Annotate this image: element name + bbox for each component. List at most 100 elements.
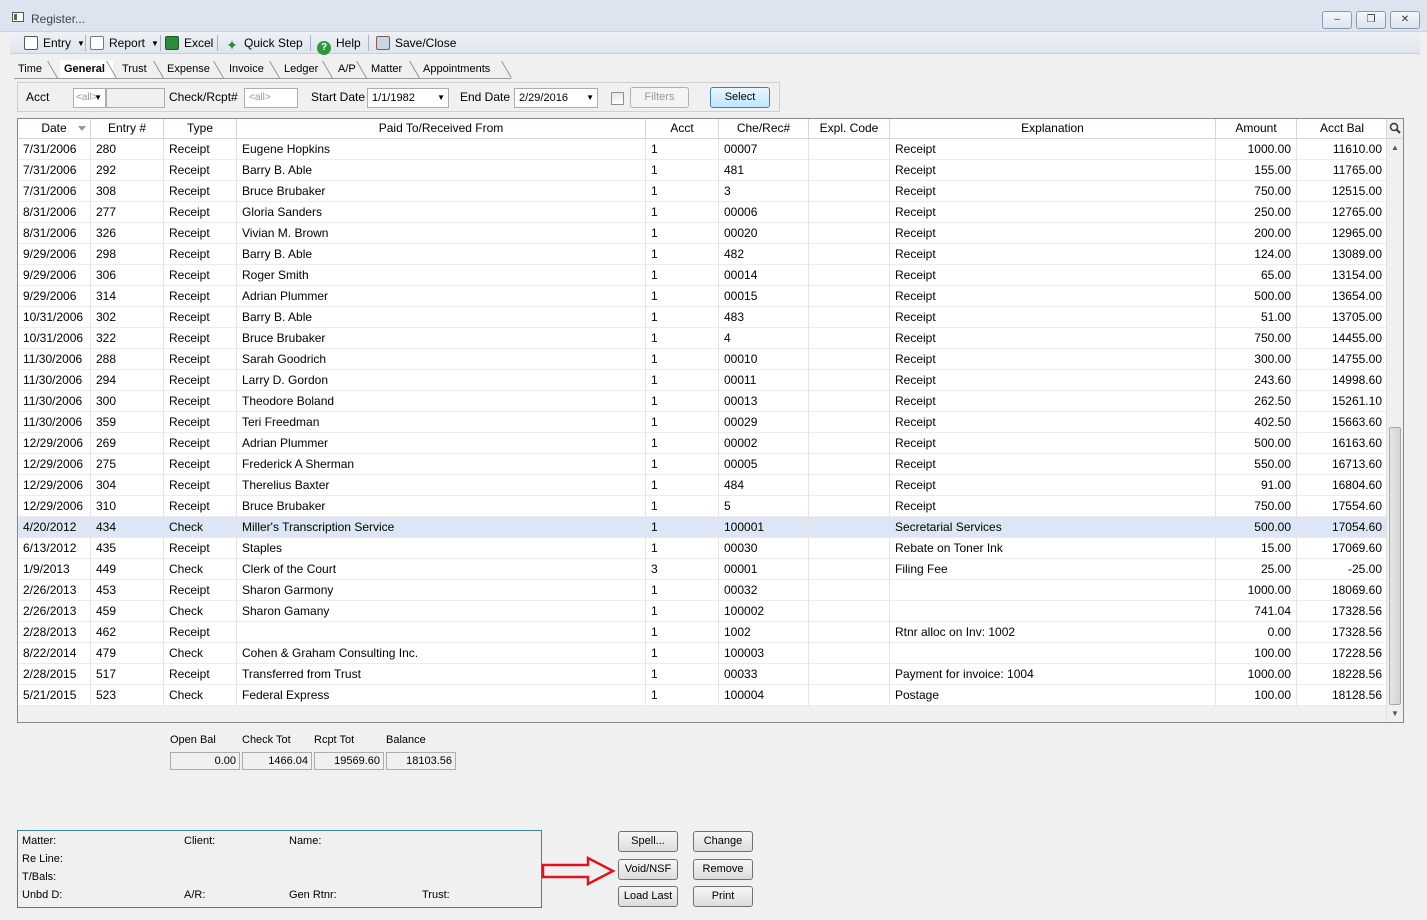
cell-type: Check: [164, 517, 237, 538]
check-rcpt-input[interactable]: <all>: [244, 88, 298, 108]
print-button[interactable]: Print: [693, 886, 753, 907]
table-row[interactable]: 7/31/2006 292 Receipt Barry B. Able 1 481 Rece…: [18, 160, 1388, 181]
tab-ap[interactable]: A/P: [334, 60, 364, 78]
spell-button[interactable]: Spell...: [618, 831, 678, 852]
tab-appointments[interactable]: Appointments: [419, 60, 507, 78]
scroll-up-icon[interactable]: ▲: [1391, 143, 1399, 152]
end-date-picker[interactable]: 2/29/2016 ▼: [514, 88, 598, 108]
table-row[interactable]: 9/29/2006 314 Receipt Adrian Plummer 1 00015 R…: [18, 286, 1388, 307]
minimize-button[interactable]: –: [1322, 11, 1352, 29]
cell-che-rec: 5: [719, 496, 809, 517]
table-row[interactable]: 7/31/2006 280 Receipt Eugene Hopkins 1 00007 R…: [18, 139, 1388, 160]
cell-acct: 1: [646, 223, 719, 244]
table-row[interactable]: 9/29/2006 306 Receipt Roger Smith 1 00014 Rece…: [18, 265, 1388, 286]
table-row[interactable]: 12/29/2006 304 Receipt Therelius Baxter 1 484…: [18, 475, 1388, 496]
quick-step-button[interactable]: ✦ Quick Step: [225, 35, 303, 52]
cell-expl-code: [809, 223, 890, 244]
table-row[interactable]: 11/30/2006 359 Receipt Teri Freedman 1 00029 R…: [18, 412, 1388, 433]
tab-expense[interactable]: Expense: [163, 60, 221, 78]
table-row[interactable]: 10/31/2006 322 Receipt Bruce Brubaker 1 4 Rece…: [18, 328, 1388, 349]
cell-expl-code: [809, 685, 890, 706]
table-row[interactable]: 5/21/2015 523 Check Federal Express 1 100004 P…: [18, 685, 1388, 706]
column-header-type[interactable]: Type: [164, 119, 237, 139]
t-bals-label: T/Bals:: [22, 871, 57, 883]
cell-type: Receipt: [164, 307, 237, 328]
table-row[interactable]: 11/30/2006 300 Receipt Theodore Boland 1 0001…: [18, 391, 1388, 412]
table-row[interactable]: 1/9/2013 449 Check Clerk of the Court 3 00001…: [18, 559, 1388, 580]
scroll-down-icon[interactable]: ▼: [1391, 709, 1399, 718]
help-button[interactable]: ? Help: [317, 35, 361, 55]
cell-amount: 500.00: [1216, 517, 1297, 538]
cell-paid-to: Sarah Goodrich: [237, 349, 646, 370]
cell-acct-bal: 15261.10: [1297, 391, 1388, 412]
column-header-expl-code[interactable]: Expl. Code: [809, 119, 890, 139]
select-button[interactable]: Select: [710, 87, 770, 108]
rcpt-tot-label: Rcpt Tot: [314, 734, 355, 746]
table-row[interactable]: 6/13/2012 435 Receipt Staples 1 00030 Rebate o…: [18, 538, 1388, 559]
end-date-label: End Date: [460, 90, 511, 104]
cell-type: Receipt: [164, 454, 237, 475]
load-last-button[interactable]: Load Last: [618, 886, 678, 907]
entry-icon: [24, 36, 38, 50]
table-row[interactable]: 10/31/2006 302 Receipt Barry B. Able 1 483 Rec…: [18, 307, 1388, 328]
close-button[interactable]: ✕: [1390, 11, 1420, 29]
re-line-label: Re Line:: [22, 853, 63, 865]
cell-acct-bal: 15663.60: [1297, 412, 1388, 433]
void-nsf-button[interactable]: Void/NSF: [618, 859, 678, 880]
filters-checkbox[interactable]: [611, 92, 624, 105]
filters-button[interactable]: Filters: [630, 87, 689, 108]
tab-general[interactable]: General: [60, 60, 113, 78]
table-row[interactable]: 11/30/2006 294 Receipt Larry D. Gordon 1 0001…: [18, 370, 1388, 391]
table-row[interactable]: 12/29/2006 269 Receipt Adrian Plummer 1 00002…: [18, 433, 1388, 454]
table-row[interactable]: 2/26/2013 453 Receipt Sharon Garmony 1 00032 1…: [18, 580, 1388, 601]
cell-acct-bal: 13154.00: [1297, 265, 1388, 286]
cell-explanation: Receipt: [890, 286, 1216, 307]
column-header-acct[interactable]: Acct: [646, 119, 719, 139]
column-header-amount[interactable]: Amount: [1216, 119, 1297, 139]
table-row[interactable]: 4/20/2012 434 Check Miller's Transcription …: [18, 517, 1388, 538]
acct-select[interactable]: <all> ▼: [73, 88, 106, 108]
end-date-value: 2/29/2016: [519, 92, 568, 104]
remove-button[interactable]: Remove: [693, 859, 753, 880]
table-row[interactable]: 2/28/2013 462 Receipt 1 1002 Rtnr alloc on In…: [18, 622, 1388, 643]
cell-amount: 262.50: [1216, 391, 1297, 412]
report-menu[interactable]: Report ▼: [90, 35, 159, 51]
cell-paid-to: Therelius Baxter: [237, 475, 646, 496]
entry-menu[interactable]: Entry ▼: [24, 35, 85, 51]
table-row[interactable]: 12/29/2006 310 Receipt Bruce Brubaker 1 5 Rece…: [18, 496, 1388, 517]
cell-explanation: Receipt: [890, 265, 1216, 286]
table-row[interactable]: 2/26/2013 459 Check Sharon Gamany 1 100002 741…: [18, 601, 1388, 622]
restore-button[interactable]: ❐: [1356, 11, 1386, 29]
excel-button[interactable]: Excel: [165, 35, 213, 51]
table-row[interactable]: 8/31/2006 326 Receipt Vivian M. Brown 1 00020…: [18, 223, 1388, 244]
table-row[interactable]: 8/31/2006 277 Receipt Gloria Sanders 1 00006 R…: [18, 202, 1388, 223]
column-header-acct-bal[interactable]: Acct Bal: [1297, 119, 1388, 139]
cell-entry: 314: [91, 286, 164, 307]
column-header-explanation[interactable]: Explanation: [890, 119, 1216, 139]
vertical-scrollbar[interactable]: ▲ ▼: [1386, 139, 1403, 722]
cell-explanation: [890, 601, 1216, 622]
change-button[interactable]: Change: [693, 831, 753, 852]
column-header-che-rec[interactable]: Che/Rec#: [719, 119, 809, 139]
cell-date: 7/31/2006: [18, 139, 91, 160]
table-row[interactable]: 2/28/2015 517 Receipt Transferred from Trus…: [18, 664, 1388, 685]
excel-icon: [165, 36, 179, 50]
table-row[interactable]: 11/30/2006 288 Receipt Sarah Goodrich 1 00010…: [18, 349, 1388, 370]
grid-search-icon[interactable]: [1386, 119, 1403, 139]
cell-entry: 269: [91, 433, 164, 454]
table-row[interactable]: 7/31/2006 308 Receipt Bruce Brubaker 1 3 Recei…: [18, 181, 1388, 202]
column-header-paid-to[interactable]: Paid To/Received From: [237, 119, 646, 139]
table-row[interactable]: 9/29/2006 298 Receipt Barry B. Able 1 482 Rece…: [18, 244, 1388, 265]
cell-type: Receipt: [164, 223, 237, 244]
cell-acct-bal: 18128.56: [1297, 685, 1388, 706]
cell-type: Receipt: [164, 244, 237, 265]
table-row[interactable]: 12/29/2006 275 Receipt Frederick A Sherman 1…: [18, 454, 1388, 475]
cell-acct: 1: [646, 433, 719, 454]
save-close-button[interactable]: Save/Close: [376, 35, 456, 51]
column-header-date[interactable]: Date: [18, 119, 91, 139]
column-header-entry[interactable]: Entry #: [91, 119, 164, 139]
scrollbar-thumb[interactable]: [1389, 427, 1401, 705]
cell-expl-code: [809, 160, 890, 181]
start-date-picker[interactable]: 1/1/1982 ▼: [367, 88, 449, 108]
table-row[interactable]: 8/22/2014 479 Check Cohen & Graham Consulti…: [18, 643, 1388, 664]
